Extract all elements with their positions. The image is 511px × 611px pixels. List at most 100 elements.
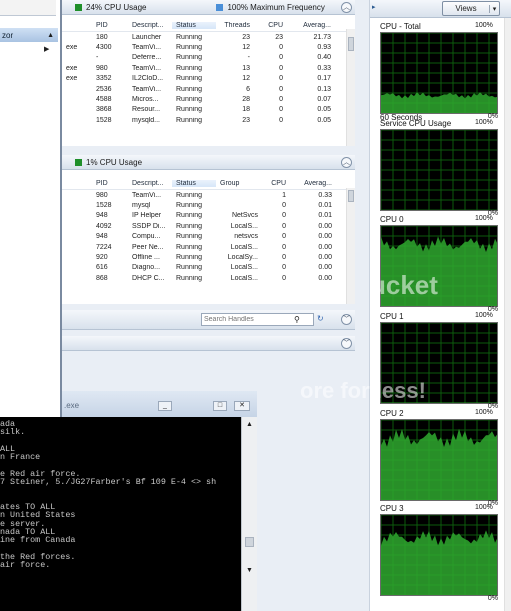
left-menu-item[interactable]: zor ▲ xyxy=(0,28,58,42)
table-cell: Running xyxy=(176,264,203,272)
scroll-down-icon[interactable]: ▼ xyxy=(246,567,253,574)
search-icon[interactable]: ⚲ xyxy=(294,315,300,324)
console-title: .exe xyxy=(64,401,80,410)
refresh-icon[interactable]: ↻ xyxy=(317,314,324,323)
services-table: PID Descript... Status Group CPU Averag... 98… xyxy=(62,170,355,304)
graph-max-label: 100% xyxy=(475,215,493,222)
submenu-arrow-icon: ▶ xyxy=(44,46,50,53)
table-cell: 18 xyxy=(242,106,250,114)
table-row[interactable]: exe 980 TeamVi... Running 13 0 0.33 xyxy=(62,63,355,73)
console-lines: ada silk. ALL n France e Red air force. 7 S… xyxy=(0,417,241,570)
service-section-header[interactable]: 1% CPU Usage ︿ xyxy=(62,155,355,170)
table-cell: 0.13 xyxy=(317,85,331,93)
table-cell: LocalS... xyxy=(230,243,258,251)
chevron-down-icon[interactable]: ▾ xyxy=(489,4,499,13)
column-header[interactable]: Status xyxy=(172,21,216,29)
frequency-text: 100% Maximum Frequency xyxy=(227,2,325,12)
column-header[interactable]: Threads xyxy=(216,22,254,29)
graph-title: CPU 3 xyxy=(380,504,404,513)
table-cell: LocalS... xyxy=(230,264,258,272)
table-cell: 0 xyxy=(282,222,286,230)
column-header[interactable]: CPU xyxy=(262,180,290,187)
collapse-chevron-icon[interactable]: ︿ xyxy=(341,157,352,168)
table-row[interactable]: - Deferre... Running - 0 0.40 xyxy=(62,53,355,63)
column-header[interactable]: Averag... xyxy=(287,22,335,29)
table-cell: 1 xyxy=(282,191,286,199)
maximize-icon[interactable]: □ xyxy=(213,401,227,411)
collapse-chevron-icon[interactable]: ﹀ xyxy=(341,338,352,349)
table-cell: 0 xyxy=(279,44,283,52)
table-cell: 0 xyxy=(282,233,286,241)
processes-scrollbar[interactable] xyxy=(346,29,355,146)
console-line: n France xyxy=(0,452,41,463)
table-row[interactable]: 2536 TeamVi... Running 6 0 0.13 xyxy=(62,84,355,94)
table-cell: mysqld... xyxy=(132,116,161,124)
table-row[interactable]: exe 4300 TeamVi... Running 12 0 0.93 xyxy=(62,42,355,52)
table-cell: Running xyxy=(176,212,203,220)
collapse-chevron-icon[interactable]: ︿ xyxy=(341,2,352,13)
table-row[interactable]: 7224 Peer Ne... Running LocalS... 0 0.00 xyxy=(62,242,355,252)
console-output[interactable]: ada silk. ALL n France e Red air force. 7 S… xyxy=(0,417,241,611)
console-line: ine from Canada xyxy=(0,535,76,546)
table-cell: 3352 xyxy=(96,75,112,83)
table-row[interactable]: 616 Diagno... Running LocalS... 0 0.00 xyxy=(62,263,355,273)
table-cell: 0.33 xyxy=(318,191,332,199)
table-row[interactable]: 948 IP Helper Running NetSvcs 0 0.01 xyxy=(62,211,355,221)
console-window: .exe _ □ ✕ ada silk. ALL n France e Red ai… xyxy=(0,391,257,611)
console-scrollbar[interactable]: ▲ ▼ xyxy=(241,417,257,611)
views-button[interactable]: Views ▾ xyxy=(442,1,500,16)
table-row[interactable]: 948 Compu... Running netsvcs 0 0.00 xyxy=(62,232,355,242)
column-header[interactable]: PID xyxy=(92,22,128,29)
table-cell: 12 xyxy=(242,75,250,83)
panel-toggle-icon[interactable]: ▸ xyxy=(372,3,376,11)
table-row[interactable]: 3868 Resour... Running 18 0 0.05 xyxy=(62,105,355,115)
table-cell: 0.00 xyxy=(318,233,332,241)
table-row[interactable]: 868 DHCP C... Running LocalS... 0 0.00 xyxy=(62,273,355,283)
services-table-body: 980 TeamVi... Running 1 0.33 1528 mysql Running… xyxy=(62,190,355,284)
column-header[interactable]: Status xyxy=(172,179,216,187)
processes-table-header: PID Descript... Status Threads CPU Averag... xyxy=(62,19,355,32)
column-header[interactable]: PID xyxy=(92,180,128,187)
table-cell: Running xyxy=(176,64,203,72)
cpu-section-header[interactable]: 24% CPU Usage 100% Maximum Frequency ︿ xyxy=(62,0,355,15)
table-row[interactable]: 1528 mysqld... Running 23 0 0.05 xyxy=(62,115,355,125)
graph-title: CPU 2 xyxy=(380,409,404,418)
table-row[interactable]: 4092 SSDP Di... Running LocalS... 0 0.00 xyxy=(62,221,355,231)
table-cell: Compu... xyxy=(132,233,161,241)
column-header[interactable]: CPU xyxy=(254,22,287,29)
column-header[interactable]: Averag... xyxy=(290,180,336,187)
minimize-icon[interactable]: _ xyxy=(158,401,172,411)
table-cell: 0.01 xyxy=(318,212,332,220)
table-row[interactable]: 1528 mysql Running 0 0.01 xyxy=(62,200,355,210)
console-scroll-thumb[interactable] xyxy=(245,537,254,547)
service-cpu-swatch xyxy=(75,158,82,166)
console-titlebar: .exe _ □ ✕ xyxy=(62,391,257,417)
table-cell: Running xyxy=(176,85,203,93)
table-cell: 616 xyxy=(96,264,108,272)
table-row[interactable]: exe 3352 IL2CloD... Running 12 0 0.17 xyxy=(62,74,355,84)
graph-min-label: 0% xyxy=(487,595,498,602)
table-row[interactable]: 4588 Micros... Running 28 0 0.07 xyxy=(62,94,355,104)
column-header[interactable]: Descript... xyxy=(128,180,172,187)
close-icon[interactable]: ✕ xyxy=(234,401,250,411)
cpu-graph xyxy=(380,419,498,501)
column-header[interactable]: Descript... xyxy=(128,22,172,29)
table-cell: 0.07 xyxy=(317,96,331,104)
search-handles-input[interactable] xyxy=(202,316,294,323)
table-cell: Running xyxy=(176,222,203,230)
collapse-chevron-icon[interactable]: ﹀ xyxy=(341,314,352,325)
scroll-up-icon[interactable]: ▲ xyxy=(246,421,253,428)
table-row[interactable]: 180 Launcher Running 23 23 21.73 xyxy=(62,32,355,42)
table-row[interactable]: 980 TeamVi... Running 1 0.33 xyxy=(62,190,355,200)
table-cell: Running xyxy=(176,254,203,262)
search-handles-box[interactable]: ⚲ xyxy=(201,313,314,326)
graphs-toolbar: ▸ Views ▾ xyxy=(370,0,511,18)
services-scrollbar[interactable] xyxy=(346,188,355,304)
graphs-scrollbar[interactable] xyxy=(504,18,511,611)
table-row[interactable]: 920 Offline ... Running LocalSy... 0 0.00 xyxy=(62,252,355,262)
modules-section-header[interactable]: ﹀ xyxy=(62,336,355,351)
table-cell: Running xyxy=(176,116,203,124)
table-cell: 12 xyxy=(242,44,250,52)
column-header[interactable]: Group xyxy=(216,180,262,187)
